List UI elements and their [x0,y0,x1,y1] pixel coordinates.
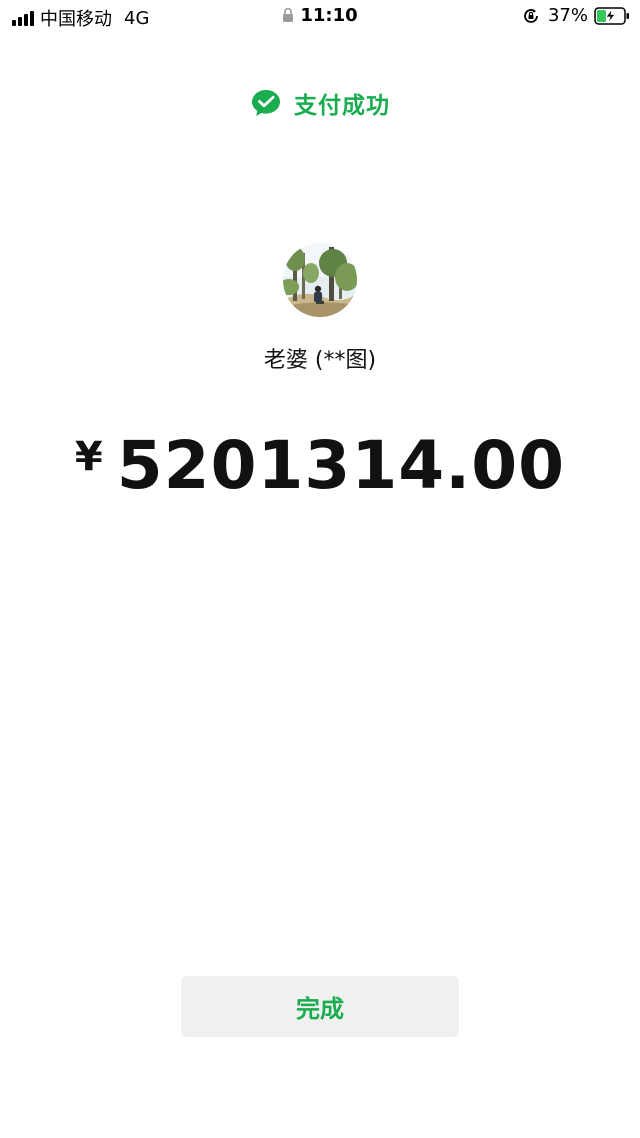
amount-value: 5201314.00 [116,427,566,504]
rotation-lock-icon [524,8,538,23]
wechat-pay-check-icon [252,90,280,116]
payment-amount: ¥ 5201314.00 [0,426,640,506]
status-right: 37% [522,5,630,26]
currency-symbol: ¥ [74,434,103,480]
status-bar: 中国移动 4G 11:10 37% [0,0,640,34]
clock-time: 11:10 [300,5,358,26]
lock-icon [283,7,294,22]
payee-avatar [283,243,357,317]
payment-success-header: 支付成功 [0,86,640,120]
payment-success-screen: 中国移动 4G 11:10 37% 支付成功 老婆 (**图) ¥ 520131… [0,0,640,1138]
done-button[interactable]: 完成 [181,976,459,1037]
battery-percent: 37% [547,5,588,26]
payment-success-title: 支付成功 [294,93,390,119]
avatar-photo [283,243,357,317]
battery-charging-icon [594,6,629,25]
payee-name: 老婆 (**图) [263,348,377,373]
